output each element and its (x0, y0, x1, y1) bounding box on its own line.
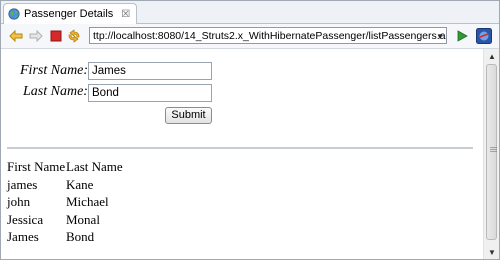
page-content: First Name: James Last Name: Bond Submit… (1, 49, 483, 259)
browser-button[interactable] (475, 27, 493, 45)
go-button[interactable] (453, 27, 471, 45)
browser-icon (476, 28, 492, 44)
cell-first-name: James (7, 229, 39, 244)
play-icon (457, 30, 468, 42)
table-row: James Bond (7, 228, 123, 246)
stop-icon (50, 30, 62, 42)
first-name-label: First Name: (20, 63, 89, 78)
refresh-icon (68, 29, 80, 43)
cell-last-name: Michael (66, 194, 109, 209)
vertical-scrollbar[interactable]: ▲ — — — ▼ (483, 49, 499, 259)
stop-button[interactable] (47, 27, 65, 45)
chevron-down-icon[interactable]: ▼ (435, 28, 445, 44)
table-row: james Kane (7, 176, 123, 194)
back-button[interactable] (7, 27, 25, 45)
last-name-label: Last Name: (23, 84, 88, 99)
tab-title: Passenger Details (24, 8, 114, 20)
browser-window: Passenger Details ☒ ttp://localhost:8080… (0, 0, 500, 260)
browser-toolbar: ttp://localhost:8080/14_Struts2.x_WithHi… (1, 24, 499, 49)
tab-strip: Passenger Details ☒ (1, 1, 499, 24)
forward-button[interactable] (27, 27, 45, 45)
close-icon[interactable]: ☒ (121, 9, 130, 20)
cell-last-name: Monal (66, 211, 100, 227)
divider (7, 147, 473, 149)
arrow-right-icon (29, 30, 43, 42)
arrow-left-icon (9, 30, 23, 42)
column-header-first-name: First Name (7, 159, 66, 174)
column-header-last-name: Last Name (66, 159, 123, 174)
table-row: john Michael (7, 193, 123, 211)
table-header-row: First Name Last Name (7, 158, 123, 176)
scrollbar-thumb[interactable]: — — — (486, 64, 497, 240)
cell-last-name: Bond (66, 229, 95, 244)
passenger-table: First Name Last Name james Kane john Mic… (7, 158, 123, 246)
first-name-field[interactable]: James (88, 62, 212, 80)
grip-icon: — — — (490, 144, 497, 155)
cell-first-name: Jessica (7, 211, 44, 227)
globe-icon (8, 8, 20, 20)
scroll-down-icon[interactable]: ▼ (484, 245, 499, 259)
tab-passenger-details[interactable]: Passenger Details ☒ (3, 3, 138, 24)
refresh-button[interactable] (65, 27, 83, 45)
last-name-field[interactable]: Bond (88, 84, 212, 102)
cell-last-name: Kane (66, 176, 94, 192)
url-input[interactable]: ttp://localhost:8080/14_Struts2.x_WithHi… (89, 27, 447, 44)
cell-first-name: john (7, 194, 31, 209)
cell-first-name: james (7, 176, 38, 192)
submit-button[interactable]: Submit (165, 107, 212, 124)
scroll-up-icon[interactable]: ▲ (484, 49, 499, 63)
table-row: Jessica Monal (7, 211, 123, 229)
